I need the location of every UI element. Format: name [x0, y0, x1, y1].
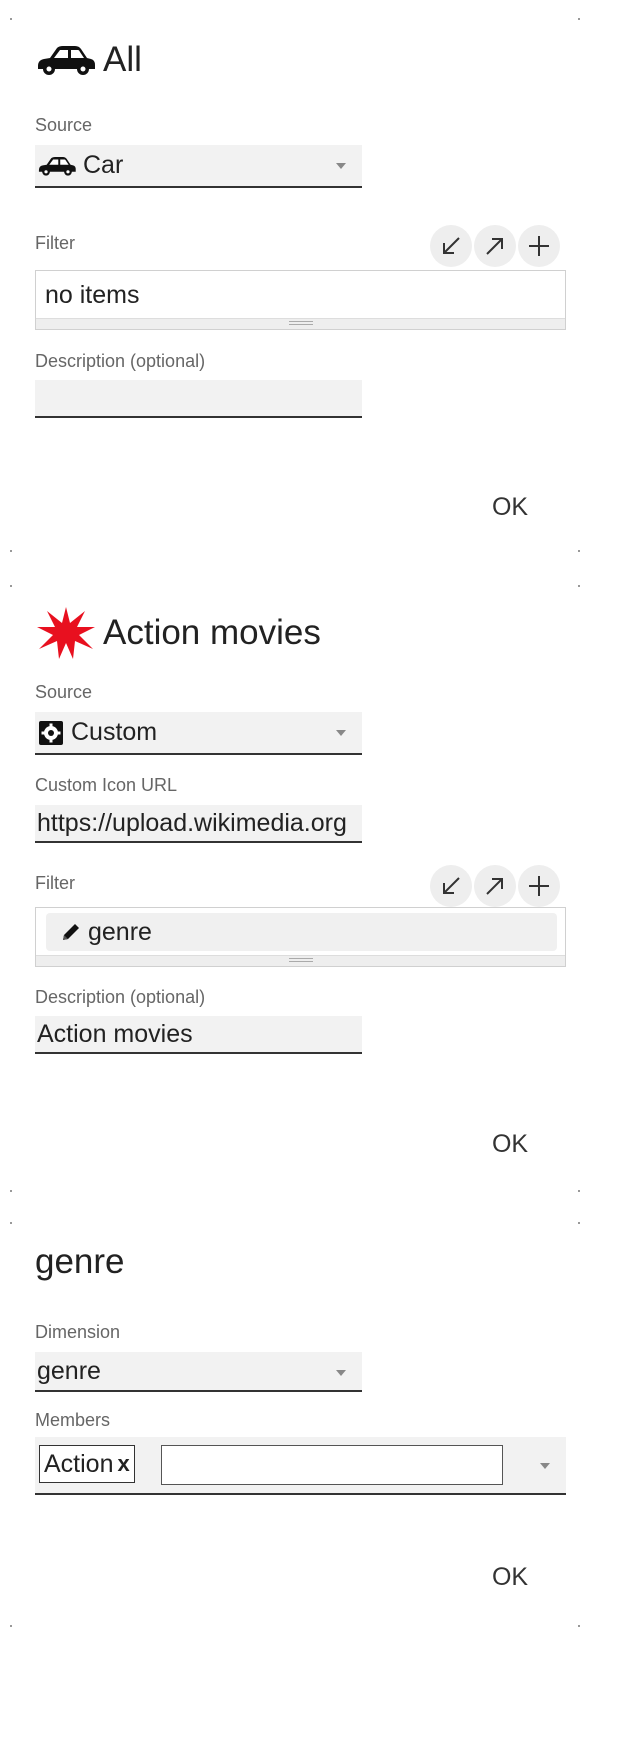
member-tag-label: Action	[44, 1449, 114, 1478]
ok-button[interactable]: OK	[470, 1555, 550, 1599]
dimension-label: Dimension	[35, 1322, 121, 1342]
panel-title: genre	[35, 1242, 125, 1282]
panel-corner-mark	[10, 1625, 12, 1627]
panel-corner-mark	[578, 1625, 580, 1627]
members-label: Members	[35, 1410, 111, 1430]
chevron-down-icon[interactable]	[540, 1463, 550, 1469]
remove-tag-icon[interactable]: x	[117, 1451, 129, 1477]
dimension-select[interactable]: genre	[35, 1352, 362, 1392]
panel-corner-mark	[10, 1222, 12, 1224]
chevron-down-icon	[336, 1370, 346, 1376]
panel-corner-mark	[578, 1222, 580, 1224]
member-panel-genre: genre Dimension genre Members Action x O…	[0, 0, 590, 1630]
members-search-input[interactable]	[161, 1445, 503, 1485]
panel-title-text: genre	[35, 1242, 125, 1281]
members-multiselect[interactable]: Action x	[35, 1437, 566, 1495]
member-tag-action: Action x	[39, 1445, 135, 1483]
dimension-select-value: genre	[37, 1356, 101, 1385]
